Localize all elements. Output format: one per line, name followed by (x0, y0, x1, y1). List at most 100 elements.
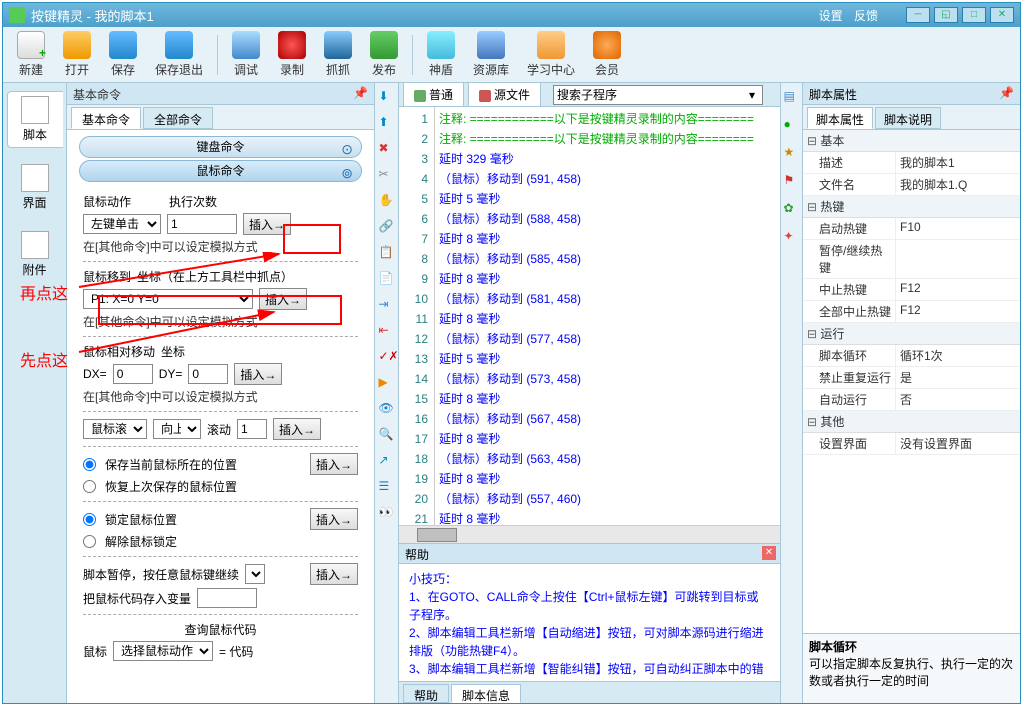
tool-list-icon[interactable]: ☰ (379, 479, 395, 495)
insert-button-4[interactable]: 插入→ (273, 418, 321, 440)
dy-input[interactable] (188, 364, 228, 384)
code-line[interactable]: 延时 5 毫秒 (439, 349, 776, 369)
minimize-button[interactable]: ─ (906, 7, 930, 23)
tab-basic-cmd[interactable]: 基本命令 (71, 107, 141, 129)
code-line[interactable]: 注释: ============以下是按键精灵录制的内容======== (439, 129, 776, 149)
insert-button-3[interactable]: 插入→ (234, 363, 282, 385)
code-body[interactable]: 注释: ============以下是按键精灵录制的内容========注释: … (435, 107, 780, 525)
code-line[interactable]: （鼠标）移动到 (588, 458) (439, 209, 776, 229)
toolbar-学习中心[interactable]: 学习中心 (519, 29, 583, 80)
toolbar-抓抓[interactable]: 抓抓 (316, 29, 360, 80)
toolbar-神盾[interactable]: 神盾 (419, 29, 463, 80)
insert-button-6[interactable]: 插入→ (310, 508, 358, 530)
code-line[interactable]: 注释: ============以下是按键精灵录制的内容======== (439, 109, 776, 129)
dx-input[interactable] (113, 364, 153, 384)
tool-indent-icon[interactable]: ⇥ (379, 297, 395, 313)
search-subroutine-input[interactable] (553, 85, 763, 105)
prop-row[interactable]: 脚本循环循环1次 (803, 345, 1020, 367)
code-line[interactable]: 延时 5 毫秒 (439, 189, 776, 209)
pin-icon[interactable]: 📌 (999, 86, 1014, 100)
tool-cut-icon[interactable]: ✂ (379, 167, 395, 183)
radio-restore[interactable] (83, 480, 96, 493)
category-mouse[interactable]: 鼠标命令⊚ (79, 160, 362, 182)
nav-脚本[interactable]: 脚本 (7, 91, 63, 148)
prop-row[interactable]: 禁止重复运行是 (803, 367, 1020, 389)
tool-up-icon[interactable]: ⬆ (379, 115, 395, 131)
tool-find-icon[interactable]: 🔍 (379, 427, 395, 443)
code-line[interactable]: （鼠标）移动到 (563, 458) (439, 449, 776, 469)
feedback-link[interactable]: 反馈 (854, 9, 878, 23)
query-action-select[interactable]: 选择鼠标动作 (113, 641, 213, 661)
code-line[interactable]: 延时 8 毫秒 (439, 429, 776, 449)
radio-lock[interactable] (83, 513, 96, 526)
tab-script-props[interactable]: 脚本属性 (807, 107, 873, 129)
tool-goto-icon[interactable]: ↗ (379, 453, 395, 469)
toolbar-资源库[interactable]: 资源库 (465, 29, 517, 80)
code-line[interactable]: 延时 8 毫秒 (439, 309, 776, 329)
nav-界面[interactable]: 界面 (7, 160, 63, 215)
side-tool-5[interactable]: ✿ (784, 201, 800, 217)
help-close-icon[interactable]: ✕ (762, 546, 776, 560)
tab-all-cmd[interactable]: 全部命令 (143, 107, 213, 129)
search-dropdown-icon[interactable]: ▾ (749, 88, 755, 102)
tool-down-icon[interactable]: ⬇ (379, 89, 395, 105)
prop-row[interactable]: 中止热键F12 (803, 279, 1020, 301)
code-line[interactable]: （鼠标）移动到 (585, 458) (439, 249, 776, 269)
code-line[interactable]: （鼠标）移动到 (591, 458) (439, 169, 776, 189)
tool-play-icon[interactable]: ▶ (379, 375, 395, 391)
prop-row[interactable]: 描述我的脚本1 (803, 152, 1020, 174)
mouse-action-select[interactable]: 左键单击 (83, 214, 161, 234)
category-keyboard[interactable]: 键盘命令⊙ (79, 136, 362, 158)
code-line[interactable]: （鼠标）移动到 (581, 458) (439, 289, 776, 309)
tab-source-view[interactable]: 源文件 (468, 83, 541, 107)
tool-paste-icon[interactable]: 📄 (379, 271, 395, 287)
tool-check-icon[interactable]: ✓✗ (379, 349, 395, 365)
settings-link[interactable]: 设置 (819, 9, 843, 23)
prop-group[interactable]: 运行 (803, 323, 1020, 345)
tool-hand-icon[interactable]: ✋ (379, 193, 395, 209)
exec-count-input[interactable] (167, 214, 237, 234)
insert-button-1[interactable]: 插入→ (243, 213, 291, 235)
tool-copy-icon[interactable]: 📋 (379, 245, 395, 261)
tool-outdent-icon[interactable]: ⇤ (379, 323, 395, 339)
tab-script-desc[interactable]: 脚本说明 (875, 107, 941, 129)
prop-group[interactable]: 基本 (803, 130, 1020, 152)
tool-link-icon[interactable]: 🔗 (379, 219, 395, 235)
code-line[interactable]: （鼠标）移动到 (573, 458) (439, 369, 776, 389)
insert-button-7[interactable]: 插入→ (310, 563, 358, 585)
code-line[interactable]: （鼠标）移动到 (567, 458) (439, 409, 776, 429)
radio-unlock[interactable] (83, 535, 96, 548)
insert-button-2[interactable]: 插入→ (259, 288, 307, 310)
var-input[interactable] (197, 588, 257, 608)
prop-row[interactable]: 启动热键F10 (803, 218, 1020, 240)
side-tool-2[interactable]: ● (784, 117, 800, 133)
tool-eye-icon[interactable]: 👁 (379, 401, 395, 417)
coord-select[interactable]: P1: X=0 Y=0 (83, 289, 253, 309)
toolbar-发布[interactable]: 发布 (362, 29, 406, 80)
nav-附件[interactable]: 附件 (7, 227, 63, 282)
restore-button[interactable]: ◱ (934, 7, 958, 23)
help-tab-help[interactable]: 帮助 (403, 684, 449, 703)
radio-savepos[interactable] (83, 458, 96, 471)
prop-row[interactable]: 文件名我的脚本1.Q (803, 174, 1020, 196)
prop-row[interactable]: 自动运行否 (803, 389, 1020, 411)
prop-row[interactable]: 设置界面没有设置界面 (803, 433, 1020, 455)
tool-watch-icon[interactable]: 👀 (379, 505, 395, 521)
close-button[interactable]: ✕ (990, 7, 1014, 23)
insert-button-5[interactable]: 插入→ (310, 453, 358, 475)
prop-group[interactable]: 其他 (803, 411, 1020, 433)
tool-delete-icon[interactable]: ✖ (379, 141, 395, 157)
code-line[interactable]: 延时 8 毫秒 (439, 389, 776, 409)
toolbar-会员[interactable]: 会员 (585, 29, 629, 80)
toolbar-调试[interactable]: 调试 (224, 29, 268, 80)
code-line[interactable]: （鼠标）移动到 (557, 460) (439, 489, 776, 509)
wheel-dir-select[interactable]: 向上 (153, 419, 201, 439)
prop-row[interactable]: 暂停/继续热键 (803, 240, 1020, 279)
toolbar-录制[interactable]: 录制 (270, 29, 314, 80)
pin-icon[interactable]: 📌 (353, 86, 368, 100)
horizontal-scrollbar[interactable] (399, 525, 780, 543)
code-line[interactable]: 延时 8 毫秒 (439, 469, 776, 489)
toolbar-打开[interactable]: 打开 (55, 29, 99, 80)
wheel-val-input[interactable] (237, 419, 267, 439)
code-line[interactable]: 延时 329 毫秒 (439, 149, 776, 169)
